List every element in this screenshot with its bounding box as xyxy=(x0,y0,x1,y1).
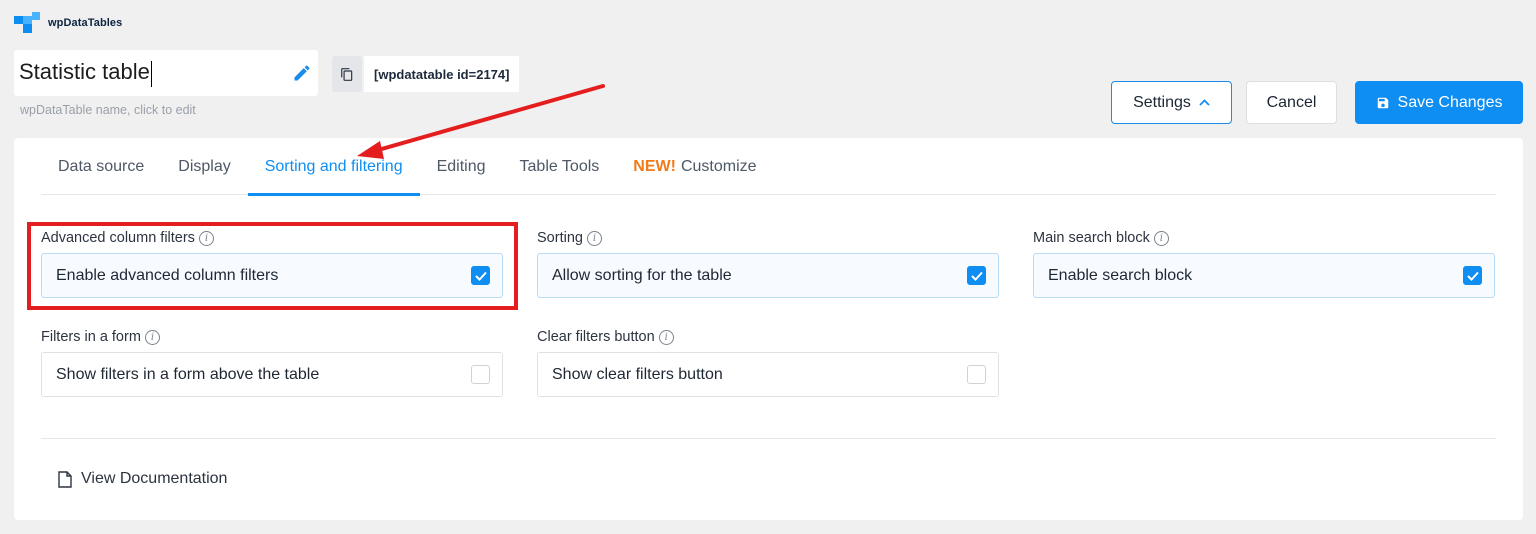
info-icon[interactable]: i xyxy=(658,329,674,345)
checkmark-icon xyxy=(1466,271,1479,281)
tab-editing[interactable]: Editing xyxy=(420,138,503,195)
document-icon xyxy=(58,470,72,488)
cancel-button[interactable]: Cancel xyxy=(1246,81,1337,124)
save-button-label: Save Changes xyxy=(1397,93,1503,111)
shortcode-text[interactable]: [wpdatatable id=2174] xyxy=(364,56,520,92)
chevron-up-icon xyxy=(1199,99,1210,106)
info-icon[interactable]: i xyxy=(586,230,602,246)
advanced-column-filters-checkbox[interactable] xyxy=(471,266,490,285)
main-search-block-checkbox[interactable] xyxy=(1463,266,1482,285)
settings-button[interactable]: Settings xyxy=(1111,81,1232,124)
tab-display[interactable]: Display xyxy=(161,138,247,195)
settings-button-label: Settings xyxy=(1133,93,1191,111)
copy-icon xyxy=(341,67,353,81)
advanced-column-filters-label: Advanced column filters i xyxy=(41,228,503,248)
brand-logo-icon xyxy=(14,12,40,34)
filters-in-form-field: Filters in a form i Show filters in a fo… xyxy=(41,327,503,397)
clear-filters-button-label: Clear filters button i xyxy=(537,327,999,347)
filters-in-form-label: Filters in a form i xyxy=(41,327,503,347)
tab-table-tools[interactable]: Table Tools xyxy=(503,138,617,195)
info-icon[interactable]: i xyxy=(1153,230,1169,246)
info-icon[interactable]: i xyxy=(198,230,214,246)
brand: wpDataTables xyxy=(14,12,122,34)
sorting-label: Sorting i xyxy=(537,228,999,248)
table-name-input[interactable]: Statistic table xyxy=(14,50,318,96)
divider xyxy=(41,438,1496,439)
main-search-block-option[interactable]: Enable search block xyxy=(1033,253,1495,298)
table-name-hint: wpDataTable name, click to edit xyxy=(20,103,196,117)
pencil-icon[interactable] xyxy=(292,63,312,83)
copy-shortcode-button[interactable] xyxy=(332,56,362,92)
clear-filters-option[interactable]: Show clear filters button xyxy=(537,352,999,397)
filters-in-form-checkbox[interactable] xyxy=(471,365,490,384)
view-documentation-link[interactable]: View Documentation xyxy=(58,470,227,488)
checkmark-icon xyxy=(970,271,983,281)
new-badge: NEW! xyxy=(633,157,676,175)
tab-bar: Data source Display Sorting and filterin… xyxy=(41,138,1496,196)
sorting-checkbox[interactable] xyxy=(967,266,986,285)
brand-name: wpDataTables xyxy=(48,17,123,29)
main-search-block-field: Main search block i Enable search block xyxy=(1033,228,1495,298)
clear-filters-checkbox[interactable] xyxy=(967,365,986,384)
cancel-button-label: Cancel xyxy=(1266,93,1317,111)
save-icon xyxy=(1377,97,1388,108)
sorting-option[interactable]: Allow sorting for the table xyxy=(537,253,999,298)
filters-in-form-option[interactable]: Show filters in a form above the table xyxy=(41,352,503,397)
tab-data-source[interactable]: Data source xyxy=(41,138,161,195)
main-search-block-label: Main search block i xyxy=(1033,228,1495,248)
advanced-column-filters-option[interactable]: Enable advanced column filters xyxy=(41,253,503,298)
tab-customize[interactable]: NEW! Customize xyxy=(616,138,773,195)
tab-sorting-and-filtering[interactable]: Sorting and filtering xyxy=(247,138,420,196)
sorting-field: Sorting i Allow sorting for the table xyxy=(537,228,999,298)
table-name-value[interactable]: Statistic table xyxy=(19,59,292,87)
settings-panel: Data source Display Sorting and filterin… xyxy=(14,138,1523,520)
checkmark-icon xyxy=(474,271,487,281)
info-icon[interactable]: i xyxy=(144,329,160,345)
save-changes-button[interactable]: Save Changes xyxy=(1355,81,1523,124)
clear-filters-button-field: Clear filters button i Show clear filter… xyxy=(537,327,999,397)
advanced-column-filters-field: Advanced column filters i Enable advance… xyxy=(41,228,503,298)
